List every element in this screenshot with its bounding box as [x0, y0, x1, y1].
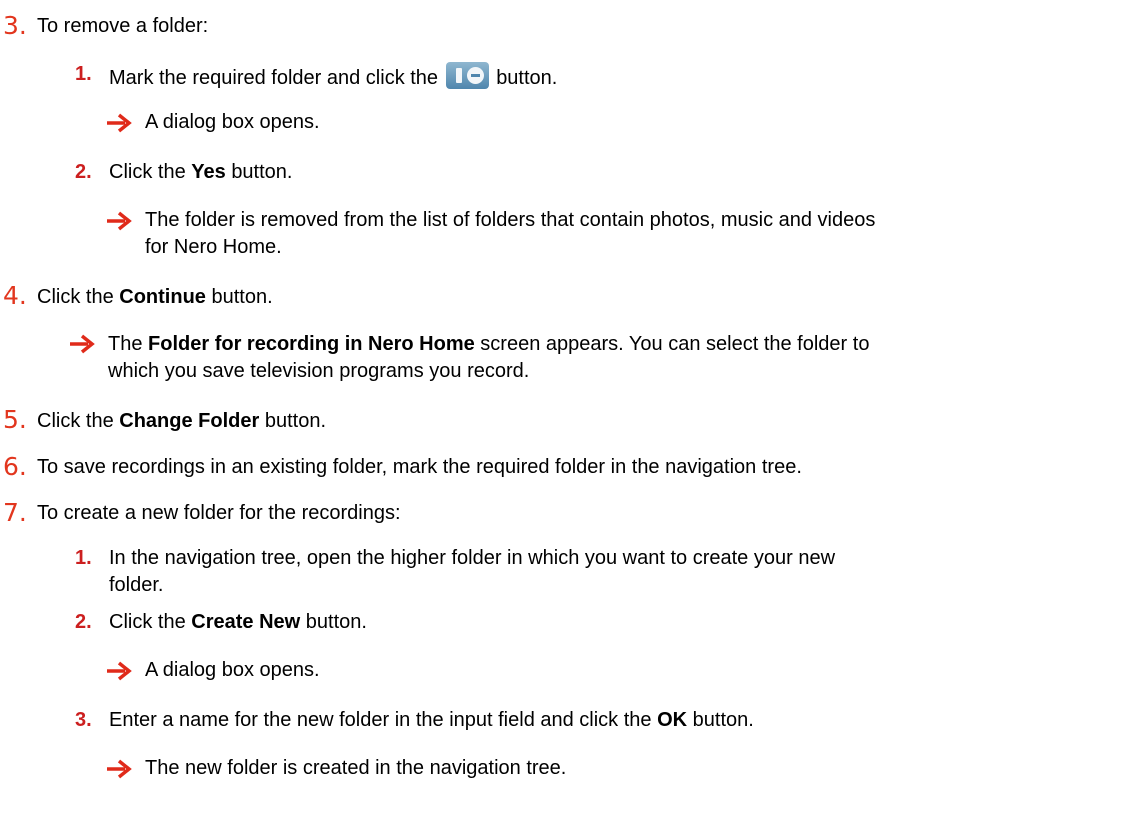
result-text: The new folder is created in the navigat…	[145, 757, 567, 779]
result-text-continued: which you save television programs you r…	[108, 360, 530, 382]
step-4-text: Click the Continue button.	[37, 286, 273, 308]
result-arrow-icon	[105, 112, 133, 134]
result-text: The Folder for recording in Nero Home sc…	[108, 333, 870, 355]
result-text: The folder is removed from the list of f…	[145, 209, 876, 231]
result-text: A dialog box opens.	[145, 111, 320, 133]
substep-7-1-text-continued: folder.	[109, 574, 164, 596]
step-6-text: To save recordings in an existing folder…	[37, 456, 802, 478]
substep-7-2-text: Click the Create New button.	[109, 611, 367, 633]
substep-3-2-number: 2.	[75, 161, 92, 183]
substep-7-3-number: 3.	[75, 709, 92, 731]
substep-7-3-text: Enter a name for the new folder in the i…	[109, 709, 754, 731]
step-6-number: 6.	[3, 452, 27, 481]
step-4-number: 4.	[3, 281, 27, 310]
step-3-text: To remove a folder:	[37, 15, 209, 37]
remove-folder-button-icon	[445, 62, 489, 89]
step-7-number: 7.	[3, 498, 27, 527]
result-arrow-icon	[105, 660, 133, 682]
step-5-number: 5.	[3, 405, 27, 434]
substep-3-2-text: Click the Yes button.	[109, 161, 293, 183]
substep-3-1-number: 1.	[75, 63, 92, 85]
substep-7-1-text: In the navigation tree, open the higher …	[109, 547, 836, 569]
substep-7-1-number: 1.	[75, 547, 92, 569]
step-7-text: To create a new folder for the recording…	[37, 502, 401, 524]
result-arrow-icon	[105, 758, 133, 780]
step-5-text: Click the Change Folder button.	[37, 410, 327, 432]
result-arrow-icon	[105, 210, 133, 232]
result-text: A dialog box opens.	[145, 659, 320, 681]
result-text-continued: for Nero Home.	[145, 236, 282, 258]
step-3-number: 3.	[3, 11, 27, 40]
substep-7-2-number: 2.	[75, 611, 92, 633]
substep-3-1-text: Mark the required folder and click the b…	[109, 62, 557, 90]
result-arrow-icon	[68, 333, 96, 355]
